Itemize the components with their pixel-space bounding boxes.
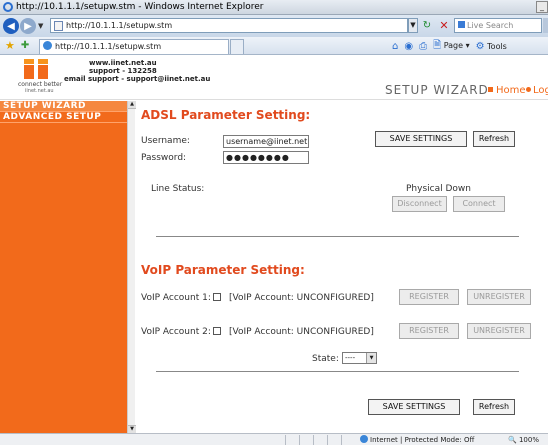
disconnect-button[interactable]: Disconnect <box>392 196 447 212</box>
security-zone[interactable]: Internet | Protected Mode: Off <box>360 435 474 445</box>
password-input[interactable]: ●●●●●●●● <box>223 151 309 164</box>
new-tab-button[interactable] <box>230 39 244 54</box>
website-text: www.iinet.net.au <box>89 59 157 67</box>
address-dropdown-icon[interactable]: ▼ <box>408 18 418 33</box>
state-select-value: ---- <box>345 354 356 362</box>
zone-text: Internet | Protected Mode: Off <box>370 436 475 444</box>
scroll-down-icon[interactable]: ▼ <box>128 425 136 433</box>
page-icon <box>54 20 63 31</box>
page-header: connect better iinet.net.au www.iinet.ne… <box>0 56 548 100</box>
voip-save-settings-button[interactable]: SAVE SETTINGS <box>368 399 460 415</box>
voip-account-2-status: [VoIP Account: UNCONFIGURED] <box>229 327 374 337</box>
window-title-bar: http://10.1.1.1/setupw.stm - Windows Int… <box>0 0 548 15</box>
line-status-value: Physical Down <box>406 184 471 194</box>
voip-account-1-label: VoIP Account 1: <box>141 293 211 303</box>
sidebar-item-advanced-setup[interactable]: ADVANCED SETUP <box>0 112 127 123</box>
password-label: Password: <box>141 153 187 163</box>
status-cell <box>341 435 355 445</box>
adsl-refresh-button[interactable]: Refresh <box>473 131 515 147</box>
connect-button[interactable]: Connect <box>453 196 505 212</box>
tools-menu[interactable]: ⚙ Tools <box>476 41 507 52</box>
sidebar-item-setup-wizard[interactable]: SETUP WIZARD <box>0 101 127 112</box>
address-text: http://10.1.1.1/setupw.stm <box>66 21 173 30</box>
stop-icon[interactable]: ✕ <box>437 18 451 33</box>
chevron-down-icon: ▼ <box>366 353 376 363</box>
adsl-save-settings-button[interactable]: SAVE SETTINGS <box>375 131 467 147</box>
page-viewport: connect better iinet.net.au www.iinet.ne… <box>0 56 548 433</box>
tab-setupw[interactable]: http://10.1.1.1/setupw.stm <box>39 39 229 54</box>
voip-refresh-button[interactable]: Refresh <box>473 399 515 415</box>
search-go-icon[interactable] <box>543 18 548 33</box>
voip-account-1-checkbox[interactable] <box>213 293 221 301</box>
status-cell <box>327 435 341 445</box>
home-link[interactable]: Home <box>488 85 526 96</box>
refresh-icon[interactable]: ↻ <box>420 18 434 33</box>
voip-account-1-unregister-button[interactable]: UNREGISTER <box>467 289 531 305</box>
feeds-icon[interactable]: ◉ <box>404 41 413 52</box>
scroll-up-icon[interactable]: ▲ <box>128 101 136 109</box>
voip-account-1-status: [VoIP Account: UNCONFIGURED] <box>229 293 374 303</box>
zoom-text: 100% <box>518 436 539 444</box>
tab-globe-icon <box>43 41 52 50</box>
voip-account-2-checkbox[interactable] <box>213 327 221 335</box>
search-input[interactable]: Live Search <box>454 18 542 33</box>
status-bar: Internet | Protected Mode: Off 🔍 100% <box>0 433 548 445</box>
zoom-level[interactable]: 🔍 100% <box>508 435 539 445</box>
line-status-label: Line Status: <box>151 184 205 194</box>
status-cell <box>285 435 299 445</box>
live-search-icon <box>458 21 465 28</box>
back-button[interactable]: ◀ <box>3 18 19 34</box>
voip-account-2-label: VoIP Account 2: <box>141 327 211 337</box>
state-label: State: <box>312 354 339 364</box>
ie-logo-icon <box>3 2 13 12</box>
logout-link[interactable]: Log <box>526 85 548 96</box>
tab-bar: ★ ✚ http://10.1.1.1/setupw.stm ⌂ ◉ ⎙ 🗎 P… <box>0 37 548 55</box>
logo-tagline: connect better <box>18 81 63 88</box>
adsl-section-title: ADSL Parameter Setting: <box>141 108 311 122</box>
page-title: SETUP WIZARD <box>385 83 489 97</box>
search-placeholder: Live Search <box>467 21 514 30</box>
tab-label: http://10.1.1.1/setupw.stm <box>55 42 162 51</box>
address-input[interactable]: http://10.1.1.1/setupw.stm <box>50 18 408 33</box>
voip-account-2-register-button[interactable]: REGISTER <box>399 323 459 339</box>
window-title: http://10.1.1.1/setupw.stm - Windows Int… <box>16 2 264 12</box>
support-phone: support - 132258 <box>89 67 157 75</box>
contact-info: www.iinet.net.au support - 132258 email … <box>64 59 210 83</box>
favorites-star-icon[interactable]: ★ <box>5 39 15 52</box>
minimize-button[interactable]: _ <box>536 1 548 13</box>
support-email: email support - support@iinet.net.au <box>64 75 211 83</box>
voip-account-2-unregister-button[interactable]: UNREGISTER <box>467 323 531 339</box>
section-divider <box>156 236 519 237</box>
voip-account-1-register-button[interactable]: REGISTER <box>399 289 459 305</box>
sidebar: SETUP WIZARD ADVANCED SETUP <box>0 101 127 433</box>
status-cell <box>299 435 313 445</box>
page-menu[interactable]: 🗎 Page ▾ <box>433 38 470 55</box>
print-icon[interactable]: ⎙ <box>419 41 427 52</box>
username-input[interactable]: username@iinet.net.au <box>223 135 309 148</box>
history-dropdown-icon[interactable]: ▼ <box>38 22 43 30</box>
internet-zone-icon <box>360 435 368 443</box>
main-content: ADSL Parameter Setting: Username: userna… <box>136 101 548 433</box>
logo-url: iinet.net.au <box>25 88 54 94</box>
address-bar: ◀ ▶ ▼ http://10.1.1.1/setupw.stm ▼ ↻ ✕ L… <box>0 15 548 37</box>
status-cell <box>313 435 327 445</box>
username-label: Username: <box>141 136 190 146</box>
home-icon[interactable]: ⌂ <box>392 41 398 52</box>
add-favorites-icon[interactable]: ✚ <box>21 40 29 51</box>
state-select[interactable]: ---- ▼ <box>342 352 377 364</box>
voip-divider <box>156 371 519 372</box>
frame-scrollbar[interactable]: ▲ ▼ <box>127 101 136 433</box>
iinet-logo <box>24 59 54 79</box>
command-bar: ⌂ ◉ ⎙ 🗎 Page ▾ ⚙ Tools <box>392 39 507 54</box>
voip-section-title: VoIP Parameter Setting: <box>141 263 305 277</box>
forward-button[interactable]: ▶ <box>20 18 36 34</box>
